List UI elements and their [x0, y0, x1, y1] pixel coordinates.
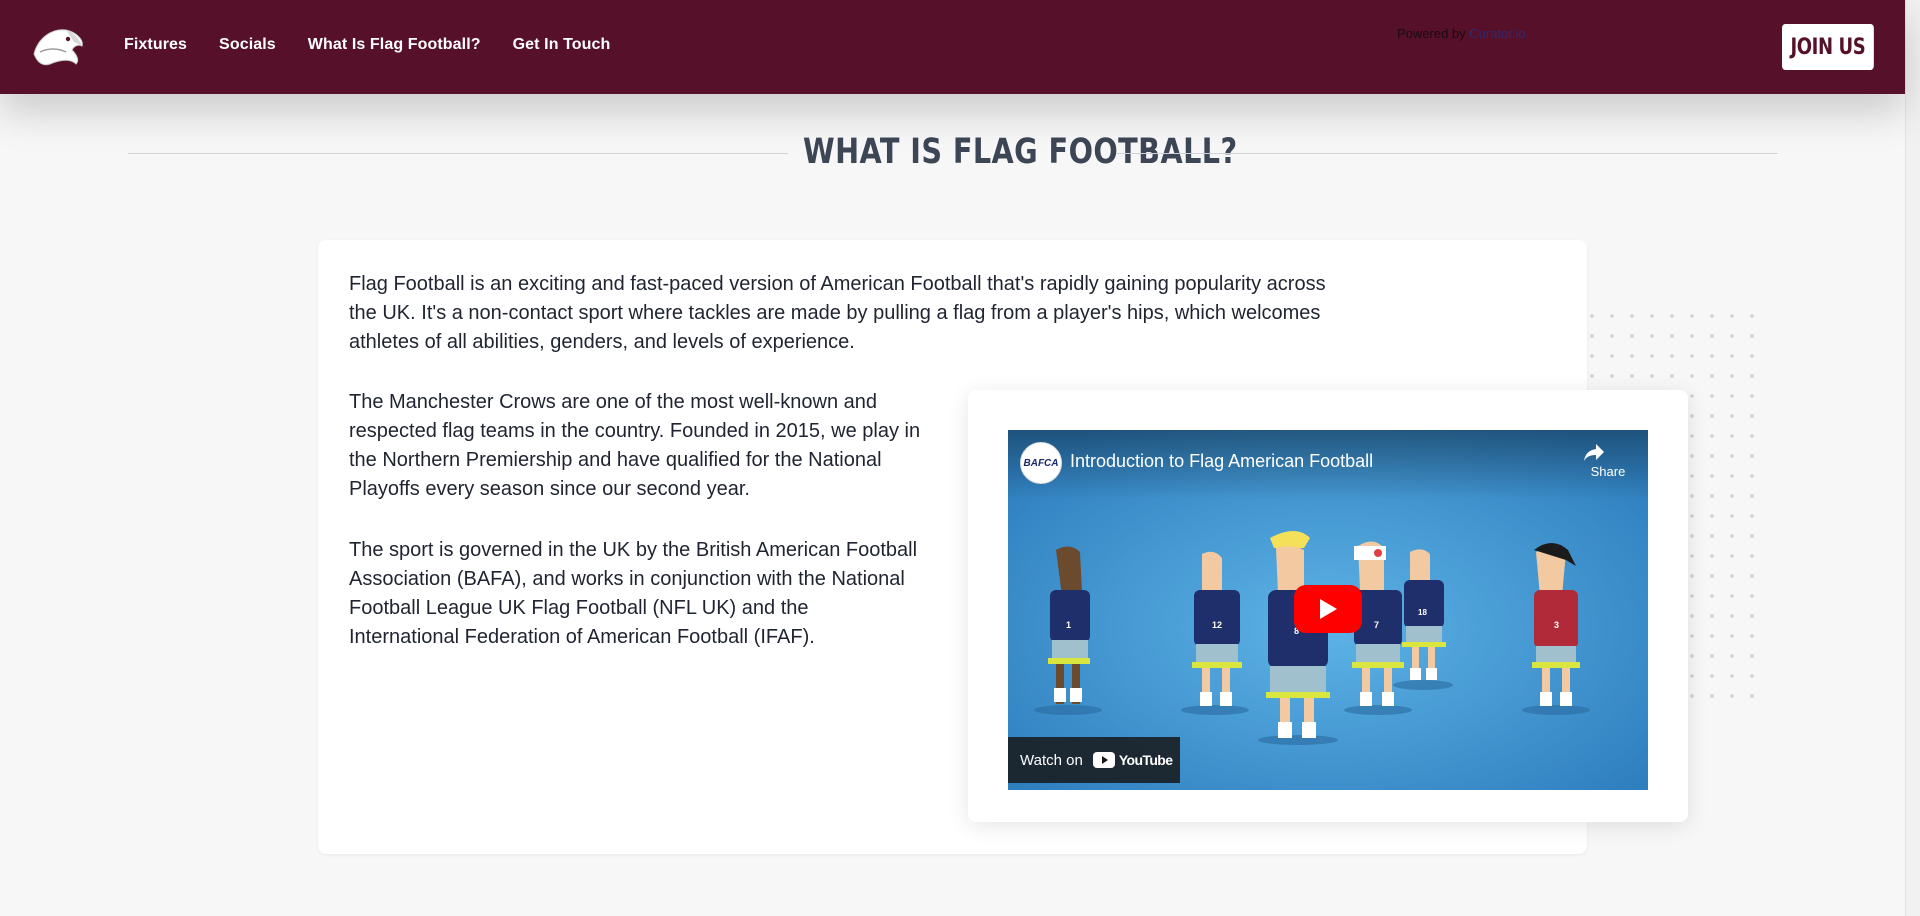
heading-divider-right — [1116, 153, 1778, 154]
jersey-number: 12 — [1212, 620, 1223, 630]
watch-on-label: Watch on — [1020, 751, 1083, 769]
curator-link[interactable]: Curator.io — [1469, 26, 1525, 41]
video-title[interactable]: Introduction to Flag American Football — [1070, 451, 1373, 472]
main-nav: Fixtures Socials What Is Flag Football? … — [124, 36, 610, 54]
section-title: What is flag football? — [803, 132, 1238, 172]
powered-by-curator[interactable]: Powered by Curator.io — [1397, 26, 1526, 41]
jersey-number: 18 — [1418, 608, 1427, 617]
watch-on-youtube-button[interactable]: Watch on YouTube — [1008, 737, 1180, 783]
share-label: Share — [1590, 464, 1626, 479]
intro-paragraph: Flag Football is an exciting and fast-pa… — [349, 273, 1326, 353]
nav-get-in-touch[interactable]: Get In Touch — [513, 36, 611, 54]
section-heading: What is flag football? — [128, 132, 1778, 174]
governance-paragraph: The sport is governed in the UK by the B… — [349, 539, 918, 648]
join-us-button[interactable]: JOIN US — [1782, 24, 1874, 70]
nav-fixtures[interactable]: Fixtures — [124, 36, 187, 54]
team-paragraph: The Manchester Crows are one of the most… — [349, 391, 921, 500]
crow-logo-icon[interactable] — [30, 24, 86, 68]
youtube-logo: YouTube — [1092, 752, 1173, 768]
site-header: Fixtures Socials What Is Flag Football? … — [0, 0, 1905, 94]
share-arrow-icon — [1584, 444, 1604, 461]
youtube-icon — [1092, 752, 1115, 768]
powered-by-label: Powered by — [1397, 26, 1466, 41]
youtube-video-player[interactable]: 1 12 8 7 18 3 BAFCA Introduction to Flag… — [1008, 430, 1648, 790]
scrollbar-thumb[interactable] — [1909, 0, 1918, 916]
page-scrollbar[interactable] — [1905, 0, 1920, 916]
youtube-wordmark: YouTube — [1118, 752, 1173, 768]
channel-avatar[interactable]: BAFCA — [1020, 442, 1062, 484]
nav-socials[interactable]: Socials — [219, 36, 276, 54]
jersey-number: 7 — [1374, 620, 1380, 630]
play-button[interactable] — [1294, 585, 1362, 633]
jersey-number: 3 — [1554, 620, 1560, 630]
nav-what-is-flag-football[interactable]: What Is Flag Football? — [308, 36, 481, 54]
share-button[interactable]: Share — [1582, 442, 1634, 479]
heading-divider-left — [128, 153, 788, 154]
play-icon — [1320, 599, 1337, 619]
jersey-number: 1 — [1066, 620, 1072, 630]
